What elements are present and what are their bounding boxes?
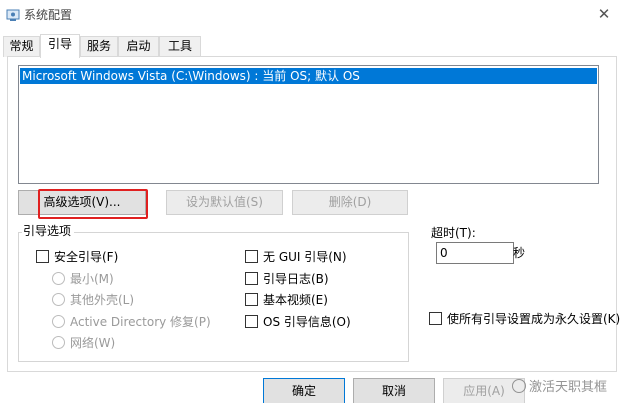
network-label: 网络(W)	[70, 336, 116, 350]
delete-button[interactable]: 删除(D)	[292, 190, 408, 215]
network-option[interactable]: 网络(W)	[52, 336, 115, 350]
base-video-label: 基本视频(E)	[263, 293, 328, 307]
os-boot-info-option[interactable]: OS 引导信息(O)	[245, 315, 351, 329]
active-directory-radio[interactable]	[52, 315, 65, 328]
boot-options-legend: 引导选项	[22, 224, 75, 238]
alternate-shell-label: 其他外壳(L)	[70, 293, 135, 307]
cancel-button[interactable]: 取消	[353, 378, 435, 403]
tab-startup[interactable]: 启动	[118, 36, 159, 57]
permanent-settings-label: 使所有引导设置成为永久设置(K)	[447, 312, 621, 326]
minimal-label: 最小(M)	[70, 272, 114, 286]
weibo-logo-icon	[512, 379, 526, 393]
system-config-icon	[6, 9, 20, 21]
active-directory-label: Active Directory 修复(P)	[70, 315, 211, 329]
os-boot-info-checkbox[interactable]	[245, 315, 258, 328]
no-gui-boot-checkbox[interactable]	[245, 250, 258, 263]
tab-boot[interactable]: 引导	[40, 34, 80, 58]
boot-os-entry[interactable]: Microsoft Windows Vista (C:\Windows) : 当…	[20, 68, 597, 84]
base-video-option[interactable]: 基本视频(E)	[245, 293, 328, 307]
os-boot-info-label: OS 引导信息(O)	[263, 315, 351, 329]
tab-services[interactable]: 服务	[80, 36, 118, 57]
boot-os-list[interactable]: Microsoft Windows Vista (C:\Windows) : 当…	[18, 65, 599, 184]
advanced-options-button[interactable]: 高级选项(V)...	[18, 190, 146, 215]
watermark-text: 激活天职其框	[529, 380, 608, 395]
set-default-button[interactable]: 设为默认值(S)	[166, 190, 283, 215]
alternate-shell-option[interactable]: 其他外壳(L)	[52, 293, 134, 307]
no-gui-boot-option[interactable]: 无 GUI 引导(N)	[245, 250, 347, 264]
ok-button[interactable]: 确定	[263, 378, 345, 403]
timeout-input[interactable]: 0	[436, 242, 514, 264]
safe-boot-option[interactable]: 安全引导(F)	[36, 250, 118, 264]
minimal-radio[interactable]	[52, 272, 65, 285]
title-bar: 系统配置 ✕	[0, 0, 621, 31]
tab-strip: 常规 引导 服务 启动 工具	[0, 34, 621, 58]
window-title: 系统配置	[24, 8, 73, 22]
boot-log-option[interactable]: 引导日志(B)	[245, 272, 329, 286]
close-icon[interactable]: ✕	[596, 6, 612, 22]
watermark: 激活天职其框	[512, 379, 607, 396]
boot-log-label: 引导日志(B)	[263, 272, 329, 286]
tab-general[interactable]: 常规	[3, 36, 40, 57]
tab-tools[interactable]: 工具	[159, 36, 201, 57]
active-directory-option[interactable]: Active Directory 修复(P)	[52, 315, 211, 329]
timeout-unit-label: 秒	[513, 246, 526, 260]
permanent-settings-option[interactable]: 使所有引导设置成为永久设置(K)	[429, 312, 620, 326]
network-radio[interactable]	[52, 336, 65, 349]
minimal-option[interactable]: 最小(M)	[52, 272, 114, 286]
no-gui-boot-label: 无 GUI 引导(N)	[263, 250, 347, 264]
boot-log-checkbox[interactable]	[245, 272, 258, 285]
safe-boot-label: 安全引导(F)	[54, 250, 119, 264]
safe-boot-checkbox[interactable]	[36, 250, 49, 263]
timeout-label: 超时(T):	[431, 226, 476, 240]
permanent-settings-checkbox[interactable]	[429, 312, 442, 325]
alternate-shell-radio[interactable]	[52, 293, 65, 306]
base-video-checkbox[interactable]	[245, 293, 258, 306]
